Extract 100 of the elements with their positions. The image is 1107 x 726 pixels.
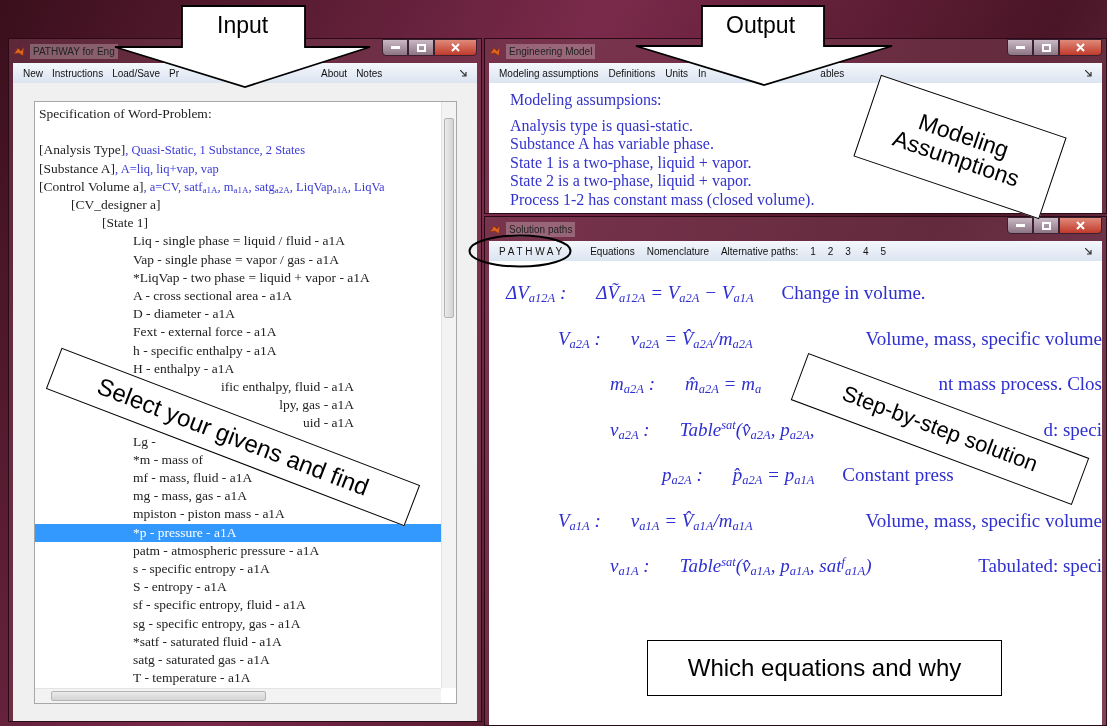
list-item[interactable]: s - specific entropy - a1A bbox=[133, 560, 270, 579]
dock-icon[interactable] bbox=[1085, 247, 1092, 255]
list-item[interactable]: ific enthalpy, fluid - a1A bbox=[221, 378, 354, 397]
equation-text: v$_{a2A}$ = V̂$_{a2A}$/m$_{a2A}$ bbox=[630, 326, 753, 353]
list-item[interactable]: *m - mass of bbox=[133, 450, 204, 470]
list-item[interactable]: uid - a1A bbox=[303, 414, 354, 433]
variable-label: v$_{a1A}$ : bbox=[610, 554, 650, 581]
list-item[interactable]: *LiqVap - two phase = liquid + vapor - a1A bbox=[133, 268, 370, 288]
close-button[interactable] bbox=[1059, 39, 1102, 56]
list-item[interactable]: patm - atmospheric pressure - a1A bbox=[133, 541, 320, 561]
list-item[interactable]: Lg - bbox=[133, 432, 156, 451]
app-icon bbox=[13, 45, 25, 57]
variable-label: p$_{a2A}$ : bbox=[662, 463, 703, 490]
list-item[interactable]: T - temperature - a1A bbox=[133, 669, 251, 688]
menu-item[interactable]: 4 bbox=[862, 243, 869, 259]
maximize-button[interactable] bbox=[408, 39, 434, 56]
spec-value: , a=CV, satf$_{a1A}$, m$_{a1A}$, satg$_{a2A}$, LiqVap$_{a1A}$, LiqVa bbox=[143, 179, 385, 194]
section-heading: Modeling assumpsions: bbox=[510, 91, 663, 110]
menu-item[interactable]: 2 bbox=[827, 243, 834, 259]
vertical-scrollbar[interactable] bbox=[441, 102, 456, 688]
variable-label: v$_{a2A}$ : bbox=[610, 417, 650, 444]
list-item[interactable]: mpiston - piston mass - a1A bbox=[133, 505, 285, 524]
menu-item[interactable]: Instructions bbox=[52, 65, 104, 81]
horizontal-scrollbar[interactable] bbox=[35, 687, 441, 703]
list-item[interactable]: D - diameter - a1A bbox=[133, 305, 235, 324]
variable-label: V$_{a1A}$ : bbox=[558, 508, 601, 535]
reason-text: Volume, mass, specific volume bbox=[865, 508, 1102, 533]
window-title: Solution paths bbox=[506, 221, 576, 237]
reason-text: Constant press bbox=[842, 463, 954, 487]
equation-text: v$_{a1A}$ = V̂$_{a1A}$/m$_{a1A}$ bbox=[630, 508, 753, 535]
menu-item[interactable]: About bbox=[321, 65, 348, 81]
menu-item[interactable]: Alternative paths: bbox=[720, 243, 799, 259]
equation-text: m̂$_{a2A}$ = m$_{a}$ bbox=[684, 372, 762, 399]
list-item[interactable]: *satf - saturated fluid - a1A bbox=[133, 632, 282, 652]
list-item[interactable]: [State 1] bbox=[102, 214, 149, 233]
menu-item[interactable]: Modeling assumptions bbox=[499, 65, 599, 81]
variable-label: m$_{a2A}$ : bbox=[610, 372, 655, 399]
list-item[interactable]: Fext - external force - a1A bbox=[133, 323, 277, 342]
app-icon bbox=[489, 45, 501, 57]
reason-text: Tabulated: speci bbox=[978, 554, 1102, 578]
spec-value: , A=liq, liq+vap, vap bbox=[115, 161, 219, 176]
minimize-icon bbox=[1015, 224, 1025, 227]
dock-icon[interactable] bbox=[1085, 69, 1092, 77]
assumption-text: Process 1-2 has constant mass (closed volume). bbox=[510, 190, 816, 209]
list-item[interactable]: lpy, gas - a1A bbox=[279, 396, 354, 415]
maximize-icon bbox=[1041, 221, 1051, 230]
window-title: PATHWAY for Eng bbox=[30, 43, 118, 59]
list-item[interactable]: mf - mass, fluid - a1A bbox=[133, 469, 253, 488]
menu-item[interactable]: Nomenclature bbox=[646, 243, 709, 259]
close-icon bbox=[1076, 43, 1085, 52]
menu-item[interactable]: Definitions bbox=[608, 65, 656, 81]
menu-item[interactable]: 3 bbox=[845, 243, 851, 259]
list-item[interactable]: mg - mass, gas - a1A bbox=[133, 487, 247, 506]
menu-item[interactable]: New bbox=[23, 65, 43, 81]
menu-item[interactable]: Equations bbox=[590, 243, 635, 259]
maximize-icon bbox=[1041, 43, 1051, 52]
close-button[interactable] bbox=[434, 39, 477, 56]
equation-text: Table$^{sat}$(v̂$_{a1A}$, p$_{a1A}$, sat$^{f}$$_{a1A}$) bbox=[679, 553, 872, 581]
list-item[interactable]: sf - specific entropy, fluid - a1A bbox=[133, 596, 306, 615]
menu-item[interactable]: 1 bbox=[810, 243, 816, 259]
reason-text: Volume, mass, specific volume bbox=[865, 326, 1102, 351]
list-item[interactable]: Liq - single phase = liquid / fluid - a1A bbox=[133, 232, 345, 251]
menu-item[interactable]: In bbox=[698, 65, 707, 81]
menu-item[interactable]: Units bbox=[665, 65, 688, 81]
maximize-icon bbox=[416, 43, 426, 52]
variable-label: V$_{a2A}$ : bbox=[558, 326, 601, 353]
equation-text: ΔṼ$_{a12A}$ = V$_{a2A}$ − V$_{a1A}$ bbox=[596, 281, 754, 308]
list-item[interactable]: H - enthalpy - a1A bbox=[133, 359, 235, 379]
variable-label: ΔV$_{a12A}$ : bbox=[506, 281, 567, 308]
menu-item[interactable]: Pr bbox=[169, 65, 179, 81]
reason-text: Change in volume. bbox=[781, 281, 926, 305]
close-icon bbox=[1076, 221, 1085, 230]
list-item[interactable]: satg - saturated gas - a1A bbox=[133, 651, 270, 670]
callout-label: Input bbox=[217, 14, 269, 37]
spec-label: [Substance A] bbox=[39, 160, 116, 176]
close-button[interactable] bbox=[1059, 217, 1102, 234]
list-item[interactable]: Vap - single phase = vapor / gas - a1A bbox=[133, 250, 339, 269]
window-title: Engineering Model bbox=[506, 43, 596, 59]
list-heading: Specification of Word-Problem: bbox=[39, 106, 212, 121]
list-item[interactable]: S - entropy - a1A bbox=[133, 578, 227, 597]
minimize-icon bbox=[390, 46, 400, 49]
app-icon bbox=[489, 223, 501, 235]
minimize-button[interactable] bbox=[1007, 217, 1033, 234]
menu-item[interactable]: 5 bbox=[880, 243, 887, 259]
list-item[interactable]: sg - specific entropy, gas - a1A bbox=[133, 614, 301, 633]
scrollbar-thumb[interactable] bbox=[444, 118, 454, 318]
menu-item[interactable]: Notes bbox=[356, 65, 383, 81]
close-icon bbox=[451, 43, 460, 52]
maximize-button[interactable] bbox=[1033, 39, 1059, 56]
dock-icon[interactable] bbox=[460, 69, 467, 77]
minimize-button[interactable] bbox=[1007, 39, 1033, 56]
list-item[interactable]: A - cross sectional area - a1A bbox=[133, 287, 292, 306]
minimize-icon bbox=[1015, 46, 1025, 49]
list-item[interactable]: [CV_designer a] bbox=[71, 196, 161, 215]
menu-item[interactable]: ables bbox=[820, 65, 845, 81]
maximize-button[interactable] bbox=[1033, 217, 1059, 234]
annotation-box: Which equations and why bbox=[647, 640, 1002, 696]
menu-item[interactable]: Load/Save bbox=[112, 65, 160, 81]
minimize-button[interactable] bbox=[382, 39, 408, 56]
scrollbar-thumb[interactable] bbox=[51, 690, 266, 701]
